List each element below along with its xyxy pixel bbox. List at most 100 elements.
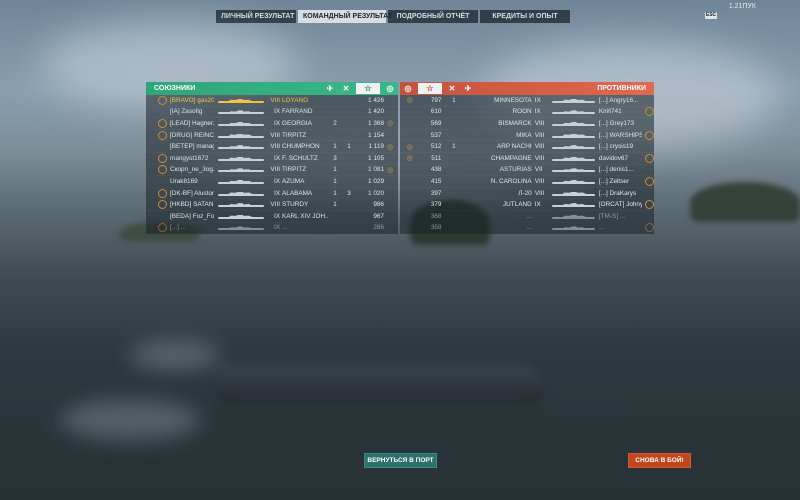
- esc-key-hint[interactable]: ESC: [705, 12, 717, 19]
- table-row[interactable]: mangyst1672 IX F. SCHULTZ 3 1 105: [146, 153, 398, 165]
- star-icon[interactable]: ☆: [418, 83, 442, 94]
- ship-tier: VIII: [270, 166, 280, 174]
- table-row[interactable]: 397 Л-20 VIII [...] DraKarys: [400, 188, 654, 200]
- ship-name: STURDY: [282, 201, 309, 209]
- planes-shot-count: 2: [333, 119, 337, 127]
- base-xp: 967: [373, 212, 384, 220]
- table-row[interactable]: 569 BISMARCK VIII [...] Grey173: [400, 118, 654, 130]
- table-row[interactable]: ◎ 512 1 ARP NACHI VIII [...] crysis19: [400, 141, 654, 153]
- ship-name: LOYANG: [282, 96, 309, 104]
- ship-silhouette-icon: [551, 214, 596, 219]
- planes-shot-count: 1: [333, 166, 337, 174]
- base-xp: 438: [430, 166, 442, 174]
- ship-tier: VIII: [270, 131, 280, 139]
- table-row[interactable]: [BETEP] manag... VIIICHUMPHON 1 1 1 119◎: [146, 141, 398, 153]
- table-row[interactable]: 610 ROON IX Kirill741: [400, 107, 654, 119]
- ship-tier: IX: [273, 224, 280, 232]
- ship-silhouette-icon: [218, 121, 264, 126]
- table-row[interactable]: [LEAD] Hagner... IX GEORGIA 2 1 368 ◎: [146, 118, 398, 130]
- ship-silhouette-icon: [551, 98, 596, 103]
- ship-name: CHUMPHON: [282, 143, 320, 151]
- medal-icon[interactable]: ◎: [382, 84, 398, 93]
- base-xp: 379: [430, 201, 442, 209]
- base-xp: 1 029: [368, 177, 384, 185]
- table-row[interactable]: ◎ 511 CHAMPAGNE VIII davidov67: [400, 153, 654, 165]
- ship-name: ASTURIAS: [499, 166, 532, 174]
- return-to-port-button[interactable]: ВЕРНУТЬСЯ В ПОРТ: [364, 453, 437, 468]
- rank-badge-icon: [645, 153, 654, 163]
- ship-silhouette-icon: [218, 214, 264, 219]
- enemies-title: ПРОТИВНИКИ: [597, 85, 646, 92]
- ship-tier: VIII: [534, 131, 545, 139]
- table-row[interactable]: [BEDA] Foz_Foz IX KARL XIV JOH... 967: [146, 211, 398, 223]
- rank-badge-icon: [645, 212, 654, 221]
- table-row[interactable]: ◎ 797 1 MINNESOTA IX [...] Angry16...: [400, 95, 654, 107]
- rank-badge-icon: [158, 177, 167, 186]
- player-name: [LEAD] Hagner...: [170, 119, 214, 127]
- base-xp: 1 154: [368, 131, 384, 139]
- ship-silhouette-icon: [551, 133, 596, 138]
- base-xp: 1 105: [368, 154, 384, 162]
- table-row[interactable]: Скорп_ne_3og... VIII TIRPITZ 1 1 081 ◎: [146, 165, 398, 177]
- table-row[interactable]: 359......: [400, 223, 654, 235]
- plane-icon[interactable]: ✈: [460, 84, 476, 93]
- table-row[interactable]: Urak8169 IX AZUMA 1 1 029: [146, 176, 398, 188]
- version-label: 1.21ПУК: [728, 3, 756, 10]
- table-row[interactable]: [DRUG] REINCO... VIIITIRPITZ 1 154: [146, 130, 398, 142]
- ship-name: N. CAROLINA: [490, 177, 532, 185]
- base-xp: 569: [430, 119, 442, 127]
- tab-team-result[interactable]: КОМАНДНЫЙ РЕЗУЛЬТАТ: [298, 10, 392, 23]
- allies-header: СОЮЗНИКИ ✈ ✕ ☆ ◎: [146, 82, 398, 95]
- tab-credits-xp[interactable]: КРЕДИТЫ И ОПЫТ: [480, 10, 570, 23]
- table-row[interactable]: 368... [TM-S] ...: [400, 211, 654, 223]
- planes-shot-count: 1: [333, 201, 337, 209]
- ship-silhouette-icon: [551, 225, 596, 231]
- ship-tier: IX: [273, 212, 280, 220]
- table-row[interactable]: 438 ASTURIAS VII [...] denis1...: [400, 165, 654, 177]
- ship-silhouette-icon: [551, 202, 596, 208]
- ship-silhouette-icon: [218, 144, 264, 150]
- table-row[interactable]: [HKBD] SATAN... VIII STURDY 1 986: [146, 199, 398, 211]
- ship-silhouette-icon: [218, 202, 264, 208]
- medal-icon: ◎: [386, 166, 394, 174]
- ship-name: AZUMA: [282, 177, 305, 185]
- medal-icon: ◎: [406, 155, 413, 163]
- base-xp: 797: [430, 96, 442, 104]
- base-xp: 286: [373, 224, 384, 232]
- ship-name: F. SCHULTZ: [282, 154, 318, 162]
- table-row[interactable]: 415 N. CAROLINA VIII [...] Zeltser: [400, 176, 654, 188]
- medal-icon[interactable]: ◎: [400, 84, 416, 93]
- tab-detailed-report[interactable]: ПОДРОБНЫЙ ОТЧЁТ: [388, 10, 478, 23]
- ship-tier: VIII: [534, 189, 545, 197]
- ship-name: MINNESOTA: [494, 96, 532, 104]
- plane-icon[interactable]: ✈: [322, 84, 338, 93]
- ship-name: MIKA: [516, 131, 532, 139]
- player-name: Скорп_ne_3og...: [170, 166, 214, 174]
- table-row[interactable]: [BRAVO] gas202 VIII LOYANG 1 426: [146, 95, 398, 107]
- star-icon[interactable]: ☆: [356, 83, 380, 94]
- table-row[interactable]: 379 JUTLANDIX [ORCAT] Johny...: [400, 199, 654, 211]
- base-xp: 368: [430, 212, 442, 220]
- result-tabs: ЛИЧНЫЙ РЕЗУЛЬТАТ КОМАНДНЫЙ РЕЗУЛЬТАТ ПОД…: [216, 10, 570, 23]
- player-name: davidov67: [598, 154, 629, 162]
- table-row[interactable]: [...] ... IX... 286: [146, 223, 398, 235]
- ship-silhouette-icon: [218, 179, 264, 184]
- medal-icon: ◎: [406, 97, 413, 105]
- ship-name: KARL XIV JOH...: [282, 212, 328, 220]
- kills-count: 3: [347, 189, 351, 197]
- tab-personal-result[interactable]: ЛИЧНЫЙ РЕЗУЛЬТАТ: [216, 10, 296, 23]
- medal-icon: ◎: [386, 143, 394, 151]
- table-row[interactable]: [IA] Zasofig IX FARRAND 1 420: [146, 107, 398, 119]
- ship-tier: IX: [273, 177, 280, 185]
- ship-silhouette-icon: [218, 167, 264, 173]
- cross-icon[interactable]: ✕: [444, 84, 460, 93]
- table-row[interactable]: 537 MIKAVIII [...] WARSHIPS...: [400, 130, 654, 142]
- battle-again-button[interactable]: СНОВА В БОЙ!: [628, 453, 691, 468]
- table-row[interactable]: [DK-BF] Alustor... IXALABAMA 1 3 1 020: [146, 188, 398, 200]
- ship-name: FARRAND: [282, 108, 313, 116]
- ship-tier: VIII: [534, 154, 545, 162]
- ship-tier: IX: [534, 201, 541, 209]
- planes-shot-count: 1: [333, 189, 337, 197]
- cross-icon[interactable]: ✕: [338, 84, 354, 93]
- kills-count: 1: [452, 143, 456, 151]
